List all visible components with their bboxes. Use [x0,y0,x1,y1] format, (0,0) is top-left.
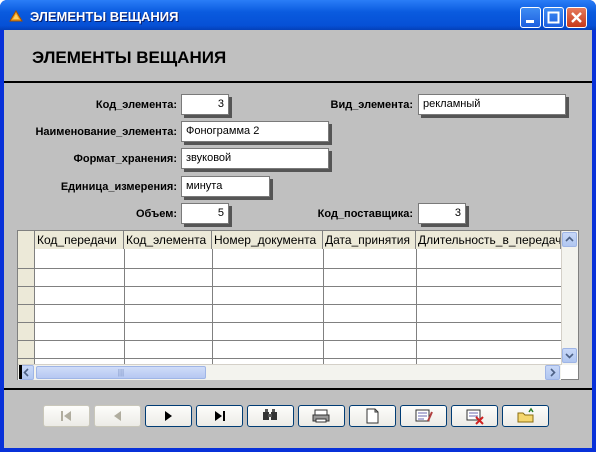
next-record-icon [165,411,172,421]
last-record-icon [215,411,225,421]
title-bar[interactable]: ЭЛЕМЕНТЫ ВЕЩАНИЯ [0,0,596,30]
row-divider [18,286,561,287]
column-header-kod-peredachi[interactable]: Код_передачи [35,231,124,249]
kod-postavshika-field[interactable]: 3 [418,203,466,224]
minimize-icon [526,20,534,23]
scroll-right-button[interactable] [545,365,560,380]
find-icon [263,409,277,420]
format-field[interactable]: звуковой [181,148,329,169]
first-record-button[interactable] [43,405,90,427]
delete-icon [466,409,484,425]
maximize-button[interactable] [543,7,564,28]
scroll-down-button[interactable] [562,348,577,363]
chevron-up-icon [565,236,574,242]
column-header-nomer-dokumenta[interactable]: Номер_документа [212,231,323,249]
delete-button[interactable] [451,405,498,427]
next-record-button[interactable] [145,405,192,427]
row-divider [18,358,561,359]
row-divider [18,340,561,341]
chevron-down-icon [565,353,574,359]
window-title: ЭЛЕМЕНТЫ ВЕЩАНИЯ [30,9,179,24]
obem-field[interactable]: 5 [181,203,229,224]
naimenovanie-field[interactable]: Фонограмма 2 [181,121,329,142]
open-folder-icon [517,407,534,423]
find-button[interactable] [247,405,294,427]
column-header-kod-elementa[interactable]: Код_элемента [124,231,212,249]
header-divider [4,81,592,83]
scroll-up-button[interactable] [562,232,577,247]
first-record-icon [61,411,71,421]
column-divider [124,249,125,364]
horizontal-scroll-thumb[interactable]: ||| [36,366,206,379]
edit-button[interactable] [400,405,447,427]
label-edinica: Единица_измерения: [60,181,177,193]
edit-icon [415,409,433,422]
last-record-button[interactable] [196,405,243,427]
form-heading: ЭЛЕМЕНТЫ ВЕЩАНИЯ [32,48,227,67]
label-naimenovanie: Наименование_элемента: [35,126,177,138]
record-selector-column[interactable] [18,231,35,365]
column-divider [416,249,417,364]
label-kod-elementa: Код_элемента: [95,99,177,111]
subform-grid[interactable]: Код_передачи Код_элемента Номер_документ… [17,230,579,380]
minimize-button[interactable] [520,7,541,28]
kod-elementa-field[interactable]: 3 [181,94,229,115]
new-record-icon [366,408,379,424]
chevron-right-icon [550,368,556,377]
previous-record-icon [114,411,121,421]
edinica-field[interactable]: минута [181,176,270,197]
previous-record-button[interactable] [94,405,141,427]
maximize-icon [547,11,560,24]
label-format: Формат_хранения: [73,153,177,165]
close-button[interactable] [566,7,587,28]
row-divider [18,304,561,305]
footer-divider [4,388,592,390]
row-divider [18,268,561,269]
print-icon [312,409,330,423]
grid-corner-marker [19,365,22,379]
vertical-scrollbar[interactable] [561,231,578,365]
column-divider [323,249,324,364]
print-button[interactable] [298,405,345,427]
vid-elementa-field[interactable]: рекламный [418,94,566,115]
column-header-data-prinyatiya[interactable]: Дата_принятия [323,231,416,249]
app-icon [9,10,23,22]
label-vid-elementa: Вид_элемента: [330,99,414,111]
horizontal-scrollbar[interactable]: ||| [18,364,561,380]
column-divider [212,249,213,364]
open-button[interactable] [502,405,549,427]
row-divider [18,322,561,323]
label-obem: Объем: [136,208,177,220]
new-record-button[interactable] [349,405,396,427]
label-kod-postavshika: Код_поставщика: [317,208,413,220]
column-header-dlitelnost[interactable]: Длительность_в_передаче [416,231,561,249]
close-icon [571,12,582,23]
